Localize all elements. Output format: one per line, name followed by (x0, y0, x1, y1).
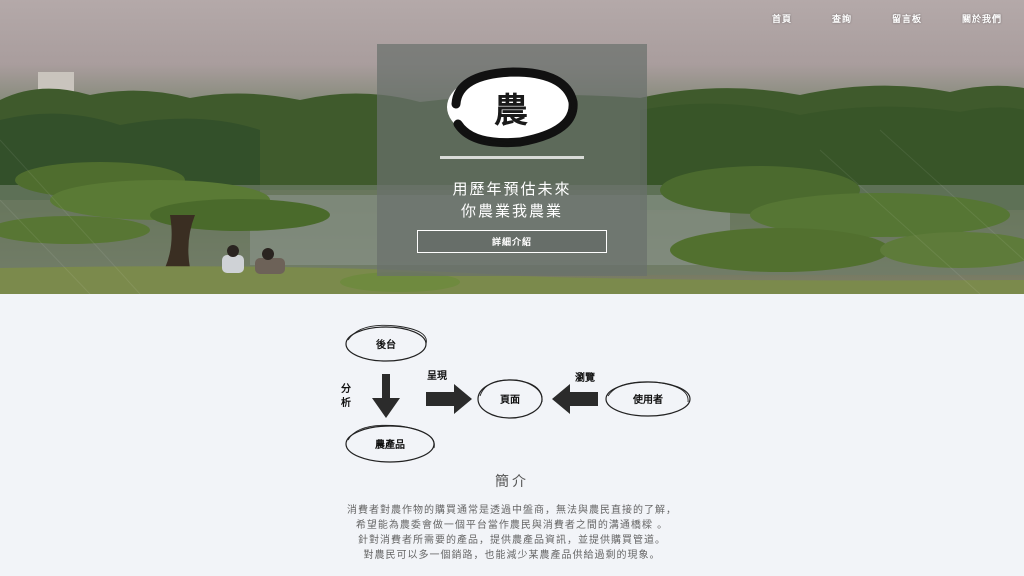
nav-link-home[interactable]: 首頁 (772, 12, 792, 25)
intro-line: 希望能為農委會做一個平台當作農民與消費者之間的溝通橋樑 。 (355, 520, 669, 531)
analyze-label-char-1: 分 (341, 382, 351, 395)
workflow-diagram: 後台 分 析 農產品 呈現 頁面 瀏覽 使用者 (341, 324, 691, 463)
intro-line: 對農民可以多一個銷路，也能減少某農產品供給過剩的現象。 (363, 550, 661, 561)
panel-divider (440, 156, 584, 159)
analyze-label-char-2: 析 (341, 396, 351, 409)
right-arrow-icon (426, 384, 472, 414)
products-node: 農產品 (345, 424, 435, 463)
intro-line: 針對消費者所需要的產品，提供農產品資訊，並提供購買管道。 (358, 535, 666, 546)
slogan-line-1: 用歷年預估未來 (452, 180, 572, 198)
hero-panel: 農 用歷年預估未來 你農業我農業 詳細介紹 (377, 44, 647, 276)
logo-character: 農 (494, 90, 528, 131)
hero-banner: 首頁 查詢 留言板 關於我們 農 用歷年預估未來 你農業我農業 詳細介紹 (0, 0, 1024, 294)
page-node: 頁面 (477, 379, 543, 419)
present-label: 呈現 (427, 370, 447, 382)
intro-line: 消費者對農作物的購買通常是透過中盤商，無法與農民直接的了解， (347, 505, 677, 516)
intro-title: 簡介 (495, 474, 529, 490)
nav-link-about-us[interactable]: 關於我們 (962, 12, 1002, 25)
nav-link-search[interactable]: 查詢 (832, 12, 852, 25)
user-node: 使用者 (605, 381, 691, 417)
products-label: 農產品 (375, 438, 405, 451)
site-logo[interactable]: 農 (438, 66, 584, 148)
left-arrow-icon (552, 384, 598, 414)
backend-label: 後台 (376, 338, 396, 351)
page-label: 頁面 (500, 394, 520, 406)
down-arrow-icon (372, 374, 400, 418)
backend-node: 後台 (345, 324, 427, 362)
browse-label: 瀏覽 (575, 371, 595, 384)
detail-button[interactable]: 詳細介紹 (417, 230, 607, 253)
top-navigation: 首頁 查詢 留言板 關於我們 (732, 12, 1002, 25)
intro-paragraph: 消費者對農作物的購買通常是透過中盤商，無法與農民直接的了解， 希望能為農委會做一… (0, 503, 1024, 563)
user-label: 使用者 (632, 393, 663, 406)
nav-link-message-board[interactable]: 留言板 (892, 12, 922, 25)
slogan-line-2: 你農業我農業 (460, 202, 563, 220)
